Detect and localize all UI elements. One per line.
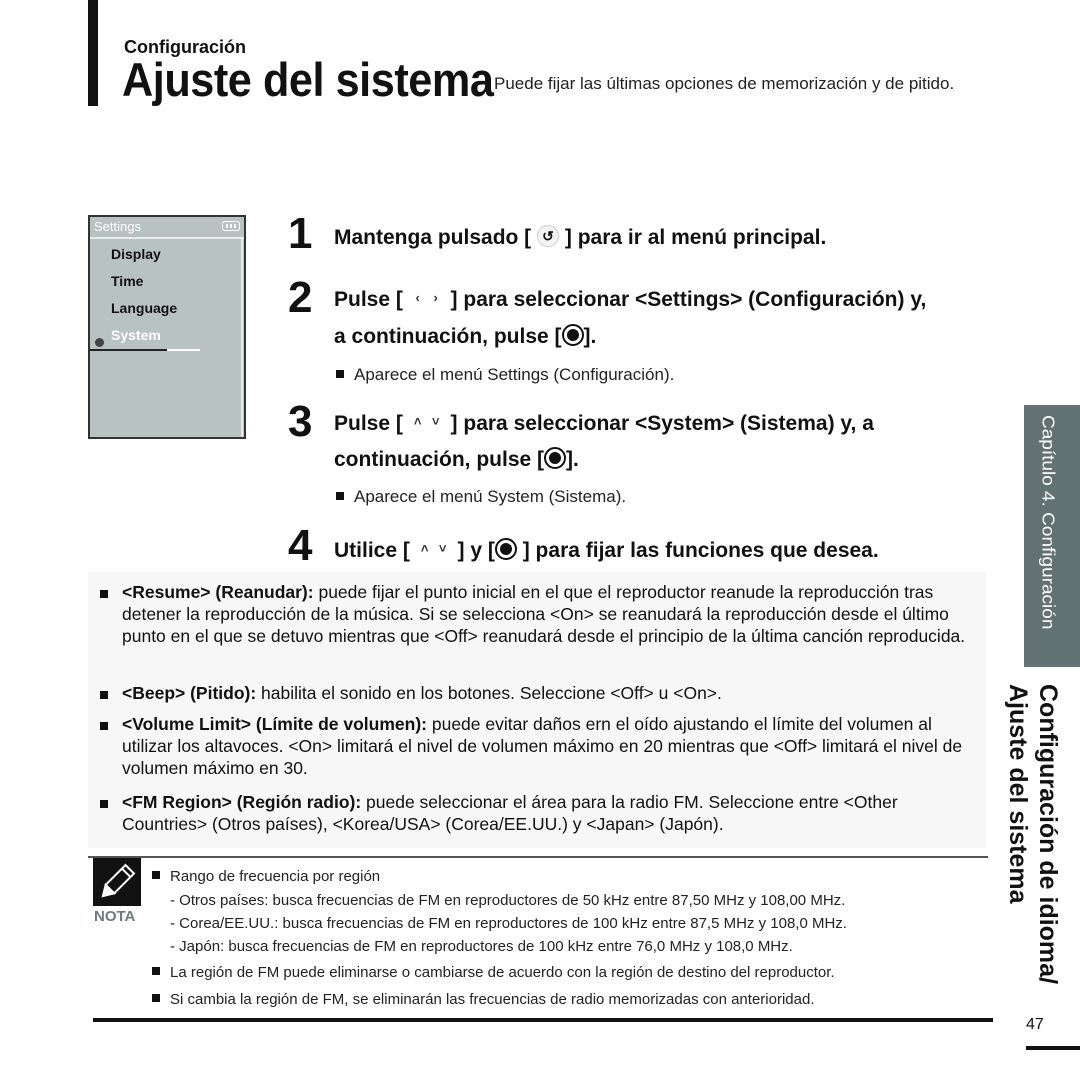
bullet-square-icon [152,871,160,880]
step-3-text-line2: continuación, pulse []. [334,447,579,472]
bullet-square-icon [100,722,108,730]
bullet-square-icon [336,369,344,378]
step-text-part: Pulse [ [334,412,403,435]
right-arrow-icon: › [433,290,438,306]
bullet-square-icon [100,590,108,598]
step-number: 3 [288,397,313,446]
header-accent-bar [88,0,98,106]
option-item: <Volume Limit> (Límite de volumen): pued… [100,713,970,779]
sidebar-title-line2: Ajuste del sistema [1004,684,1032,904]
step-number: 4 [288,521,313,570]
screen-header: Settings [90,217,244,239]
step-number: 2 [288,273,313,322]
sidebar-title: Configuración de idioma/ Ajuste del sist… [1003,684,1063,984]
page-title: Ajuste del sistema [122,53,494,106]
step-text-part: ] para seleccionar <Settings> (Configura… [450,288,927,311]
selection-underline [90,349,200,351]
selection-dot-icon [95,338,104,347]
step-2-text: Pulse [ ‹ › ] para seleccionar <Settings>… [334,288,926,312]
note-bottom-rule [93,1018,993,1022]
back-icon: ↺ [537,225,560,248]
bullet-square-icon [100,691,108,699]
chapter-label: Capítulo 4. Configuración [1038,415,1057,630]
note-heading-text: Rango de frecuencia por región [170,868,381,885]
step-3-text: Pulse [ ˄ ˅ ] para seleccionar <System> (… [334,412,874,436]
step-text-part: ] para seleccionar <System> (Sistema) y,… [450,412,874,435]
option-item: <Resume> (Reanudar): puede fijar el punt… [100,581,970,647]
option-item: <FM Region> (Región radio): puede selecc… [100,791,970,835]
menu-item-display: Display [111,246,161,262]
step-text-part: ] y [ [457,539,495,562]
step-text-part: Pulse [ [334,288,403,311]
step-1-text: Mantenga pulsado [ ↺ ] para ir al menú p… [334,225,827,250]
option-label: <FM Region> (Región radio): [122,792,362,812]
step-3-note: Aparece el menú System (Sistema). [336,487,626,507]
step-number: 1 [288,209,313,258]
option-label: <Resume> (Reanudar): [122,582,314,602]
note-text: Aparece el menú System (Sistema). [354,487,627,506]
step-text-part: continuación, pulse [ [334,448,545,471]
note-sub-item: - Japón: busca frecuencias de FM en repr… [170,938,793,955]
step-text-part: ] para ir al menú principal. [564,226,827,249]
menu-item-language: Language [111,300,178,316]
step-4-text: Utilice [ ˄ ˅ ] y [ ] para fijar las func… [334,538,879,563]
note-bullet: La región de FM puede eliminarse o cambi… [152,964,835,981]
pencil-icon [93,858,141,906]
note-sub-item: - Otros países: busca frecuencias de FM … [170,892,846,909]
option-description: habilita el sonido en los botones. Selec… [256,683,722,703]
select-button-icon [494,538,517,561]
step-text-part: a continuación, pulse [ [334,325,562,348]
step-text-part: Utilice [ [334,539,410,562]
step-text-part: ] para fijar las funciones que desea. [522,539,879,562]
select-button-icon [561,324,584,347]
note-sub-item: - Corea/EE.UU.: busca frecuencias de FM … [170,915,847,932]
menu-item-system: System [111,327,161,343]
step-2-note: Aparece el menú Settings (Configuración)… [336,365,674,385]
option-item: <Beep> (Pitido): habilita el sonido en l… [100,682,970,704]
down-arrow-icon: ˅ [438,541,447,557]
page-number: 47 [1026,1016,1044,1033]
up-arrow-icon: ˄ [420,541,429,557]
note-heading: Rango de frecuencia por región [152,868,380,885]
down-arrow-icon: ˅ [431,414,440,430]
page-number-bar [1026,1046,1080,1050]
up-arrow-icon: ˄ [413,414,422,430]
note-bullet: Si cambia la región de FM, se eliminarán… [152,991,814,1008]
nota-label: NOTA [94,908,136,925]
page-subtitle: Puede fijar las últimas opciones de memo… [494,74,955,93]
bullet-square-icon [336,491,344,500]
note-bullet-text: Si cambia la región de FM, se eliminarán… [170,991,815,1008]
step-text-part: ]. [566,448,579,471]
device-screen: Settings Display Time Language System [88,215,246,439]
step-2-text-line2: a continuación, pulse []. [334,324,597,349]
screen-title: Settings [94,219,141,234]
menu-item-time: Time [111,273,144,289]
screen-scrollbar [241,239,243,437]
note-text: Aparece el menú Settings (Configuración)… [354,365,675,384]
sidebar-title-line1: Configuración de idioma/ [1034,684,1062,985]
option-label: <Beep> (Pitido): [122,683,257,703]
battery-icon [222,221,240,231]
bullet-square-icon [152,994,160,1003]
bullet-square-icon [100,800,108,808]
step-text-part: Mantenga pulsado [ [334,226,532,249]
note-top-rule [88,856,988,858]
option-label: <Volume Limit> (Límite de volumen): [122,714,427,734]
step-text-part: ]. [583,325,597,348]
note-bullet-text: La región de FM puede eliminarse o cambi… [170,964,835,981]
left-arrow-icon: ‹ [415,290,420,306]
select-button-icon [544,447,567,470]
chapter-tab: Capítulo 4. Configuración [1024,405,1080,667]
bullet-square-icon [152,967,160,976]
